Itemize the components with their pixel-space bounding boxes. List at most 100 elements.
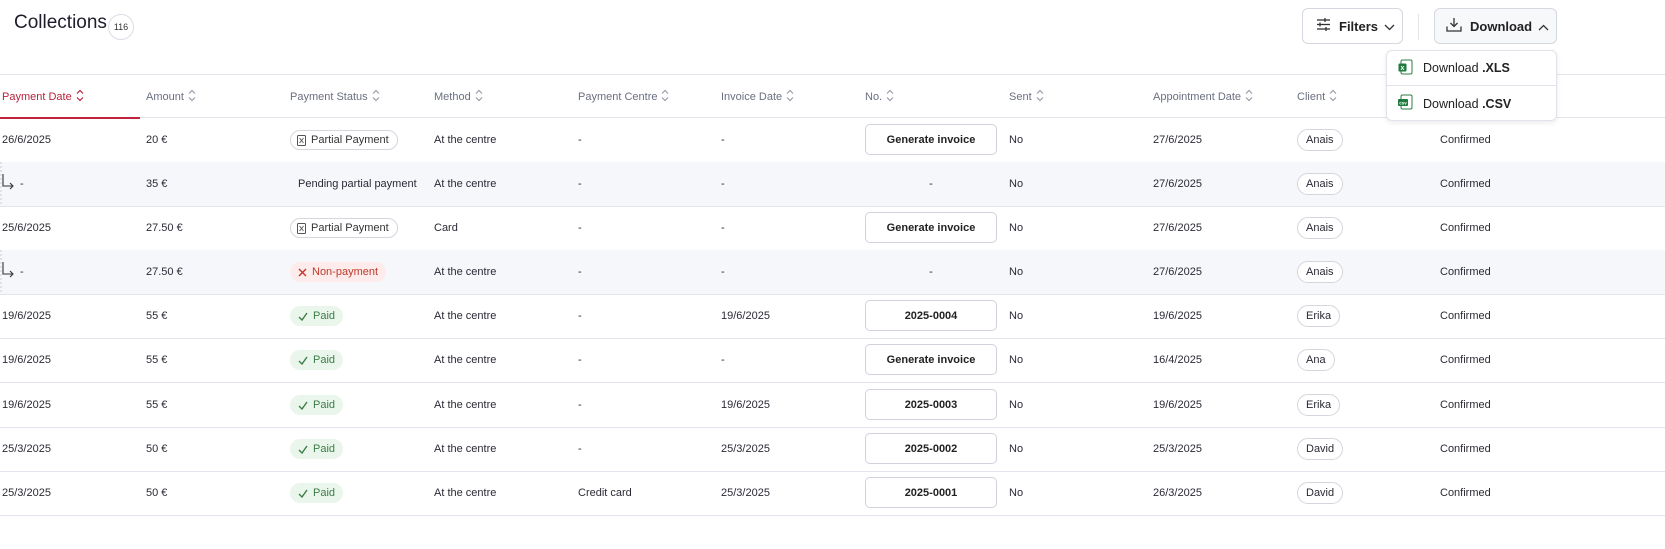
column-header-label: Payment Status (290, 91, 368, 103)
csv-icon: csv (1398, 94, 1414, 113)
payment-centre-cell: - (578, 399, 582, 411)
invoice-number-cell: - (929, 178, 933, 190)
payment-date-cell: 25/3/2025 (2, 443, 51, 455)
table-row: 25/3/2025 50 € Paid At the centre Credit car… (0, 471, 1665, 516)
invoice-number-button[interactable]: 2025-0004 (865, 300, 997, 331)
column-header-8[interactable]: Appointment Date (1153, 89, 1253, 105)
download-label: Download (1470, 18, 1533, 34)
filters-label: Filters (1339, 18, 1379, 34)
client-chip[interactable]: Erika (1297, 305, 1341, 327)
sub-row-arrow-icon (0, 250, 16, 294)
sub-row-arrow-icon (0, 162, 16, 206)
sub-row: - 27.50 € Non-payment At the centre - - - No 27/… (0, 250, 1665, 295)
appointment-state-cell: Confirmed (1440, 487, 1491, 499)
column-header-label: Sent (1009, 91, 1032, 103)
payment-status-cell: Pending partial payment (290, 162, 417, 206)
sent-cell: No (1009, 222, 1024, 234)
column-header-label: Payment Date (2, 91, 72, 103)
status-badge: Paid (290, 483, 344, 503)
payment-centre-cell: - (578, 443, 582, 455)
receipt-icon (297, 134, 306, 146)
amount-cell: 55 € (146, 399, 168, 411)
client-chip[interactable]: David (1297, 438, 1344, 460)
column-header-4[interactable]: Payment Centre (578, 89, 669, 105)
payment-centre-cell: - (578, 134, 582, 146)
column-header-2[interactable]: Payment Status (290, 89, 380, 105)
download-csv-item[interactable]: csv Download .CSV (1387, 86, 1556, 121)
status-label: Paid (313, 399, 336, 411)
invoice-number-button[interactable]: 2025-0001 (865, 477, 997, 508)
download-icon (1446, 17, 1462, 35)
client-chip[interactable]: Anais (1297, 173, 1343, 195)
column-header-5[interactable]: Invoice Date (721, 89, 794, 105)
download-button[interactable]: Download (1434, 8, 1557, 44)
download-menu: x Download .XLS csv Download .CSV (1386, 50, 1557, 121)
amount-cell: 50 € (146, 487, 168, 499)
sent-cell: No (1009, 399, 1024, 411)
amount-cell: 55 € (146, 354, 168, 366)
column-header-label: Method (434, 91, 471, 103)
column-header-9[interactable]: Client (1297, 89, 1337, 105)
client-cell: Ana (1297, 338, 1335, 382)
sent-cell: No (1009, 354, 1024, 366)
client-chip[interactable]: David (1297, 482, 1344, 504)
status-text: Pending partial payment (298, 178, 417, 190)
invoice-number-button[interactable]: 2025-0002 (865, 433, 997, 464)
invoice-number-button[interactable]: 2025-0003 (865, 389, 997, 420)
sent-cell: No (1009, 266, 1024, 278)
sort-icon (1036, 89, 1044, 105)
column-header-0[interactable]: Payment Date (2, 89, 84, 105)
payment-status-cell: Paid (290, 338, 344, 382)
client-chip[interactable]: Anais (1297, 217, 1343, 239)
generate-invoice-button[interactable]: Generate invoice (865, 344, 997, 375)
check-icon (298, 312, 308, 321)
sent-cell: No (1009, 443, 1024, 455)
client-chip[interactable]: Anais (1297, 261, 1343, 283)
amount-cell: 27.50 € (146, 222, 183, 234)
column-header-7[interactable]: Sent (1009, 89, 1044, 105)
column-header-1[interactable]: Amount (146, 89, 196, 105)
payment-date-cell: 26/6/2025 (2, 134, 51, 146)
payment-centre-cell: - (578, 310, 582, 322)
sent-cell: No (1009, 178, 1024, 190)
method-cell: At the centre (434, 310, 497, 322)
payment-date-cell: - (20, 266, 24, 278)
amount-cell: 27.50 € (146, 266, 183, 278)
chevron-down-icon (1384, 19, 1395, 34)
appointment-date-cell: 19/6/2025 (1153, 399, 1202, 411)
client-chip[interactable]: Anais (1297, 129, 1343, 151)
client-cell: Erika (1297, 294, 1341, 338)
payment-date-cell: 25/6/2025 (2, 222, 51, 234)
appointment-state-cell: Confirmed (1440, 134, 1491, 146)
status-label: Paid (313, 443, 336, 455)
payment-status-cell: Non-payment (290, 250, 387, 294)
client-cell: Anais (1297, 250, 1343, 294)
table-row: 25/3/2025 50 € Paid At the centre - 25/3/2025… (0, 427, 1665, 472)
excel-icon: x (1398, 59, 1414, 78)
status-badge: Paid (290, 350, 344, 370)
sort-icon (1245, 89, 1253, 105)
amount-cell: 20 € (146, 134, 168, 146)
generate-invoice-button[interactable]: Generate invoice (865, 212, 997, 243)
appointment-state-cell: Confirmed (1440, 266, 1491, 278)
appointment-state-cell: Confirmed (1440, 354, 1491, 366)
generate-invoice-button[interactable]: Generate invoice (865, 124, 997, 155)
payment-date-cell: 19/6/2025 (2, 354, 51, 366)
appointment-date-cell: 26/3/2025 (1153, 487, 1202, 499)
column-header-6[interactable]: No. (865, 89, 894, 105)
appointment-date-cell: 19/6/2025 (1153, 310, 1202, 322)
client-chip[interactable]: Erika (1297, 394, 1341, 416)
toolbar-divider (1418, 14, 1419, 40)
table-row: 19/6/2025 55 € Paid At the centre - - Generate… (0, 338, 1665, 383)
column-header-3[interactable]: Method (434, 89, 483, 105)
status-label: Paid (313, 354, 336, 366)
client-chip[interactable]: Ana (1297, 349, 1335, 371)
check-icon (298, 445, 308, 454)
column-header-label: Appointment Date (1153, 91, 1242, 103)
payment-status-cell: Paid (290, 471, 344, 515)
filters-button[interactable]: Filters (1302, 8, 1403, 44)
svg-text:x: x (1401, 65, 1405, 72)
method-cell: Card (434, 222, 458, 234)
download-xls-item[interactable]: x Download .XLS (1387, 51, 1556, 86)
amount-cell: 35 € (146, 178, 168, 190)
